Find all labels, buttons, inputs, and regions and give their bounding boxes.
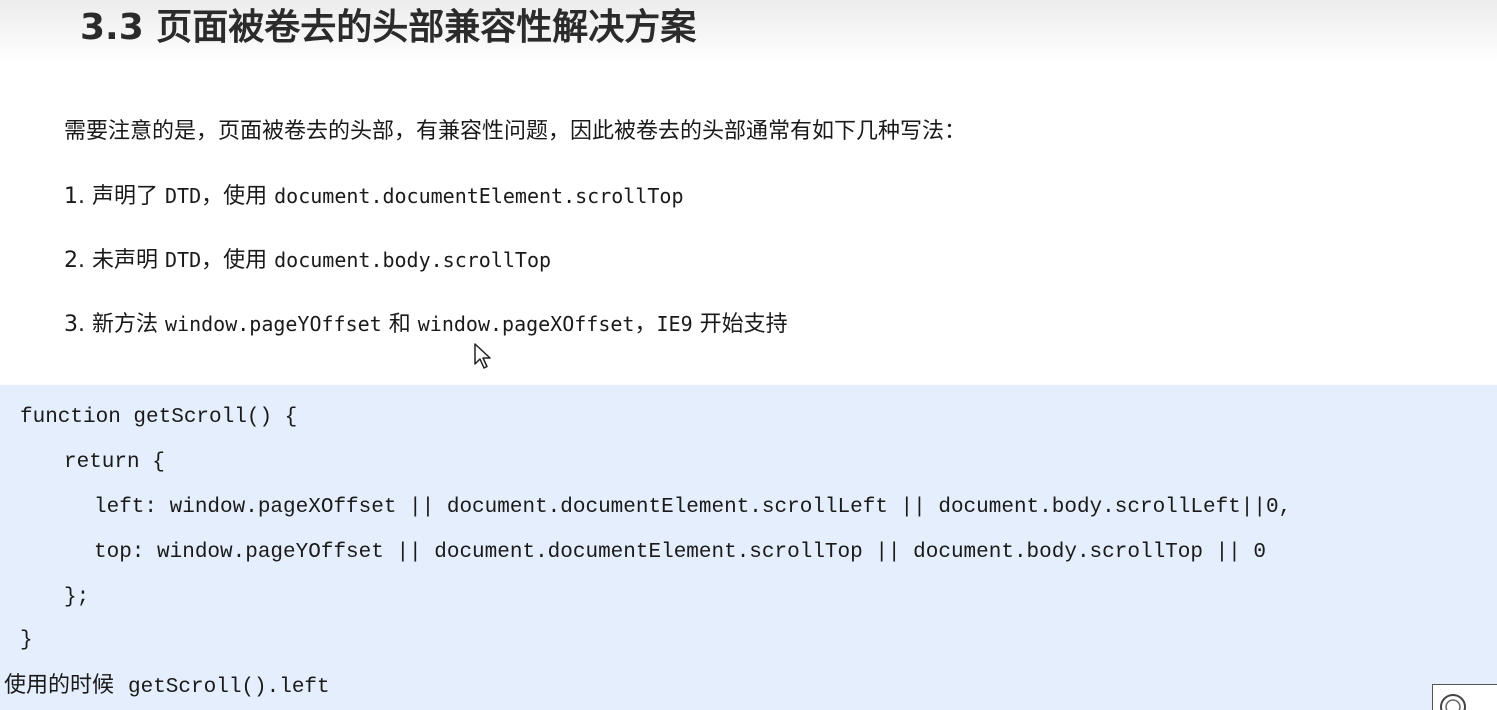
item-code: window.pageYOffset — [164, 312, 382, 336]
item-prefix: 3. 新方法 — [64, 312, 165, 337]
list-item: 2. 未声明 DTD，使用 document.body.scrollTop — [64, 244, 551, 277]
list-item: 1. 声明了 DTD，使用 document.documentElement.s… — [64, 180, 684, 213]
item-text: 开始支持 — [692, 312, 788, 337]
intro-paragraph: 需要注意的是，页面被卷去的头部，有兼容性问题，因此被卷去的头部通常有如下几种写法… — [64, 119, 967, 144]
item-code: DTD — [164, 248, 202, 272]
item-code: IE9 — [656, 312, 693, 336]
app-logo-icon — [1440, 694, 1466, 710]
item-prefix: 2. 未声明 — [64, 248, 165, 273]
item-code: DTD — [164, 184, 202, 208]
code-line: top: window.pageYOffset || document.docu… — [94, 541, 1266, 564]
item-text: 和 — [381, 312, 418, 337]
usage-line: 使用的时候 getScroll().left — [4, 671, 330, 703]
code-line: return { — [64, 451, 165, 474]
item-code: document.documentElement.scrollTop — [274, 184, 684, 208]
list-item: 3. 新方法 window.pageYOffset 和 window.pageX… — [64, 308, 788, 341]
page-title: 3.3 页面被卷去的头部兼容性解决方案 — [80, 7, 697, 48]
item-prefix: 1. 声明了 — [64, 184, 165, 209]
code-line: left: window.pageXOffset || document.doc… — [94, 496, 1292, 519]
mouse-pointer-icon — [474, 343, 491, 369]
code-line: } — [20, 629, 33, 652]
code-line: function getScroll() { — [20, 406, 298, 429]
item-code: document.body.scrollTop — [274, 248, 552, 272]
corner-widget[interactable] — [1432, 684, 1497, 710]
usage-code: getScroll().left — [128, 676, 330, 699]
item-text: ，使用 — [201, 184, 275, 209]
code-line: }; — [64, 586, 90, 609]
item-code: window.pageXOffset — [417, 312, 635, 336]
item-text: ，使用 — [201, 248, 275, 273]
item-text: ， — [634, 312, 657, 337]
usage-label: 使用的时候 — [4, 673, 128, 698]
